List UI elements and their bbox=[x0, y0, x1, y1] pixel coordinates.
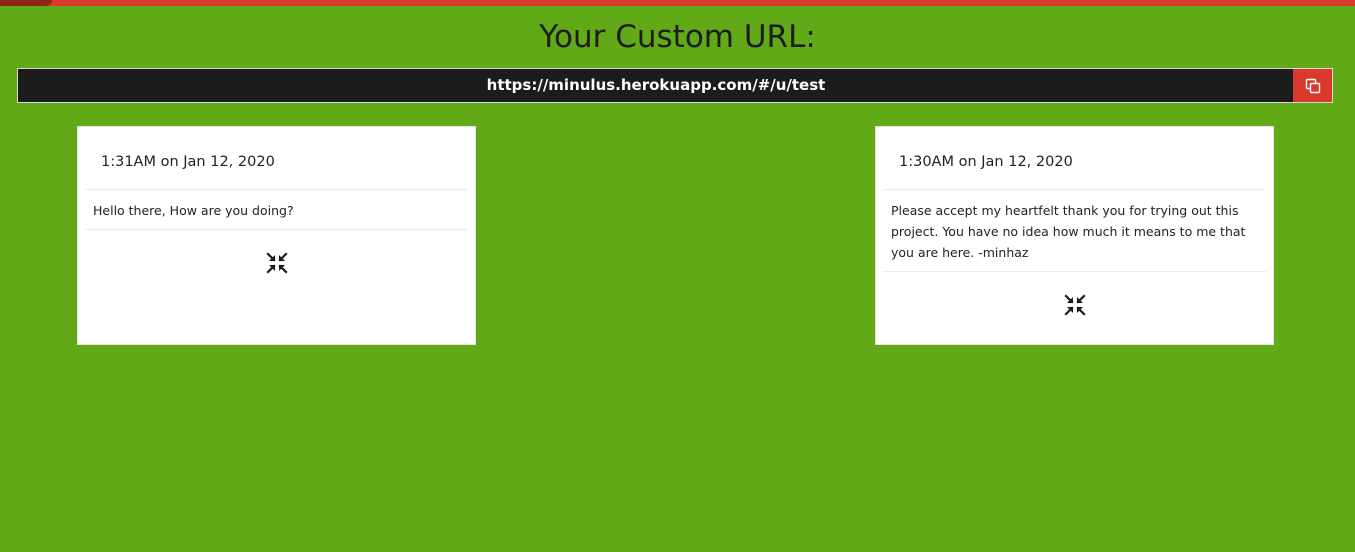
collapse-card-button[interactable] bbox=[1063, 294, 1086, 316]
top-accent-bar bbox=[0, 0, 1355, 6]
collapse-card-button[interactable] bbox=[265, 252, 288, 274]
message-card: 1:31AM on Jan 12, 2020 Hello there, How … bbox=[77, 126, 476, 345]
top-accent-shadow bbox=[0, 0, 52, 6]
copy-url-button[interactable] bbox=[1293, 69, 1332, 102]
collapse-arrows-icon bbox=[1063, 294, 1086, 316]
card-timestamp: 1:30AM on Jan 12, 2020 bbox=[883, 127, 1266, 190]
page-title: Your Custom URL: bbox=[539, 19, 816, 55]
message-card: 1:30AM on Jan 12, 2020 Please accept my … bbox=[875, 126, 1274, 345]
card-message: Please accept my heartfelt thank you for… bbox=[883, 190, 1266, 272]
custom-url-bar: https://minulus.herokuapp.com/#/u/test bbox=[17, 68, 1333, 103]
custom-url-text[interactable]: https://minulus.herokuapp.com/#/u/test bbox=[18, 69, 1294, 102]
collapse-arrows-icon bbox=[265, 252, 288, 274]
copy-icon bbox=[1305, 78, 1320, 93]
card-timestamp: 1:31AM on Jan 12, 2020 bbox=[85, 127, 468, 190]
card-message: Hello there, How are you doing? bbox=[85, 190, 468, 230]
